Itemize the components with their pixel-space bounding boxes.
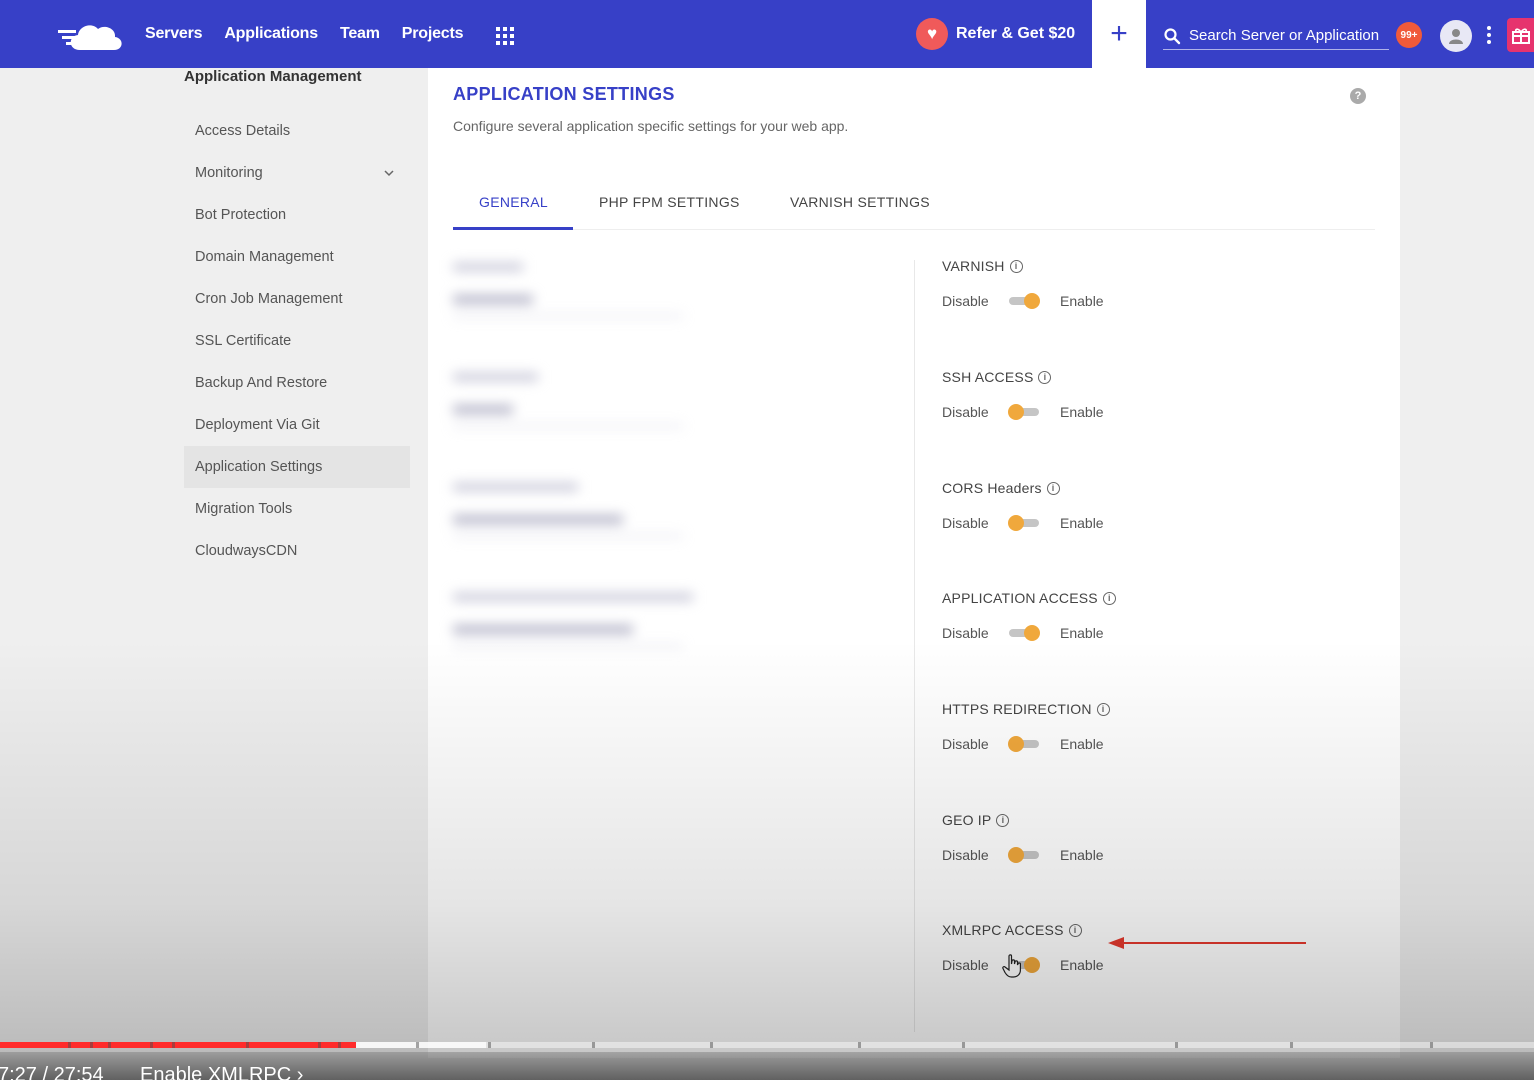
chevron-right-icon: › xyxy=(296,1064,304,1080)
more-menu-icon[interactable] xyxy=(1487,26,1491,44)
application-settings-panel: APPLICATION SETTINGS Configure several a… xyxy=(428,68,1400,1058)
setting-geo-ip: GEO IP i Disable Enable xyxy=(942,812,1242,882)
setting-ssh-access: SSH ACCESS i Disable Enable xyxy=(942,369,1242,439)
hand-cursor-icon xyxy=(1002,954,1021,978)
disable-label: Disable xyxy=(942,957,989,973)
active-tab-indicator xyxy=(453,227,573,230)
disable-label: Disable xyxy=(942,625,989,641)
top-navigation-bar: Servers Applications Team Projects ♥ Ref… xyxy=(0,0,1534,68)
application-access-toggle[interactable] xyxy=(1008,623,1042,643)
setting-label: CORS Headers xyxy=(942,480,1042,496)
nav-team[interactable]: Team xyxy=(340,25,380,43)
enable-label: Enable xyxy=(1060,404,1104,420)
setting-cors-headers: CORS Headers i Disable Enable xyxy=(942,480,1242,550)
sidebar-item-application-settings[interactable]: Application Settings xyxy=(184,446,410,488)
setting-label: APPLICATION ACCESS xyxy=(942,590,1098,606)
sidebar-header: Application Management xyxy=(184,68,362,85)
main-nav: Servers Applications Team Projects xyxy=(145,0,463,68)
app-management-sidebar: Application Management Access Details Mo… xyxy=(184,68,410,572)
disable-label: Disable xyxy=(942,404,989,420)
video-chapter-title[interactable]: Enable XMLRPC › xyxy=(140,1064,303,1080)
page-subtitle: Configure several application specific s… xyxy=(453,118,849,134)
blurred-general-settings xyxy=(453,253,693,673)
disable-label: Disable xyxy=(942,515,989,531)
heart-icon: ♥ xyxy=(916,18,948,50)
column-divider xyxy=(914,260,915,1032)
enable-label: Enable xyxy=(1060,957,1104,973)
help-icon[interactable]: ? xyxy=(1350,88,1366,104)
tab-php-fpm-settings[interactable]: PHP FPM SETTINGS xyxy=(599,194,740,210)
chapter-label: Enable XMLRPC xyxy=(140,1064,292,1080)
sidebar-item-deployment-via-git[interactable]: Deployment Via Git xyxy=(184,404,410,446)
sidebar-item-migration-tools[interactable]: Migration Tools xyxy=(184,488,410,530)
geo-ip-toggle[interactable] xyxy=(1008,845,1042,865)
enable-label: Enable xyxy=(1060,293,1104,309)
add-button[interactable]: + xyxy=(1092,0,1146,68)
search-input[interactable] xyxy=(1189,27,1389,44)
cors-headers-toggle[interactable] xyxy=(1008,513,1042,533)
tab-varnish-settings[interactable]: VARNISH SETTINGS xyxy=(790,194,930,210)
sidebar-item-bot-protection[interactable]: Bot Protection xyxy=(184,194,410,236)
setting-xmlrpc-access: XMLRPC ACCESS i Disable Enable xyxy=(942,922,1242,992)
chevron-down-icon xyxy=(384,170,394,177)
avatar[interactable] xyxy=(1440,20,1472,52)
nav-applications[interactable]: Applications xyxy=(224,25,318,43)
https-redirection-toggle[interactable] xyxy=(1008,734,1042,754)
tab-general[interactable]: GENERAL xyxy=(479,194,548,210)
setting-varnish: VARNISH i Disable Enable xyxy=(942,258,1242,328)
search-icon xyxy=(1164,27,1181,44)
info-icon[interactable]: i xyxy=(1009,259,1023,273)
enable-label: Enable xyxy=(1060,515,1104,531)
info-icon[interactable]: i xyxy=(1038,370,1052,384)
setting-application-access: APPLICATION ACCESS i Disable Enable xyxy=(942,590,1242,660)
sidebar-item-domain-management[interactable]: Domain Management xyxy=(184,236,410,278)
sidebar-item-access-details[interactable]: Access Details xyxy=(184,110,410,152)
enable-label: Enable xyxy=(1060,736,1104,752)
info-icon[interactable]: i xyxy=(996,813,1010,827)
info-icon[interactable]: i xyxy=(1096,702,1110,716)
video-time: 7:27 / 27:54 xyxy=(0,1064,104,1080)
setting-label: XMLRPC ACCESS xyxy=(942,922,1064,938)
refer-button[interactable]: ♥ Refer & Get $20 xyxy=(916,18,1075,50)
sidebar-item-monitoring[interactable]: Monitoring xyxy=(184,152,410,194)
search-bar[interactable] xyxy=(1163,22,1389,50)
refer-label: Refer & Get $20 xyxy=(956,25,1076,42)
enable-label: Enable xyxy=(1060,625,1104,641)
cloudways-logo-icon[interactable] xyxy=(58,20,124,52)
user-icon xyxy=(1449,29,1463,44)
sidebar-item-ssl-certificate[interactable]: SSL Certificate xyxy=(184,320,410,362)
info-icon[interactable]: i xyxy=(1046,481,1060,495)
setting-label: SSH ACCESS xyxy=(942,369,1034,385)
gift-button[interactable] xyxy=(1507,18,1534,52)
info-icon[interactable]: i xyxy=(1102,591,1116,605)
page-title: APPLICATION SETTINGS xyxy=(453,84,675,104)
annotation-arrow-icon xyxy=(1108,937,1306,949)
setting-label: GEO IP xyxy=(942,812,992,828)
disable-label: Disable xyxy=(942,736,989,752)
info-icon[interactable]: i xyxy=(1068,923,1082,937)
sidebar-item-label: Monitoring xyxy=(195,165,263,181)
apps-grid-icon[interactable] xyxy=(496,27,514,45)
nav-servers[interactable]: Servers xyxy=(145,25,203,43)
sidebar-item-backup-and-restore[interactable]: Backup And Restore xyxy=(184,362,410,404)
disable-label: Disable xyxy=(942,847,989,863)
video-progress-bar[interactable] xyxy=(0,1042,1534,1048)
disable-label: Disable xyxy=(942,293,989,309)
enable-label: Enable xyxy=(1060,847,1104,863)
nav-projects[interactable]: Projects xyxy=(402,25,464,43)
gift-icon xyxy=(1511,28,1530,44)
notification-badge[interactable]: 99+ xyxy=(1396,22,1422,48)
setting-label: HTTPS REDIRECTION xyxy=(942,701,1092,717)
played-progress xyxy=(0,1042,356,1048)
sidebar-item-cloudwayscdn[interactable]: CloudwaysCDN xyxy=(184,530,410,572)
sidebar-item-cron-job-management[interactable]: Cron Job Management xyxy=(184,278,410,320)
varnish-toggle[interactable] xyxy=(1008,291,1042,311)
setting-label: VARNISH xyxy=(942,258,1005,274)
setting-https-redirection: HTTPS REDIRECTION i Disable Enable xyxy=(942,701,1242,771)
settings-tabs: GENERAL PHP FPM SETTINGS VARNISH SETTING… xyxy=(453,180,1375,230)
ssh-access-toggle[interactable] xyxy=(1008,402,1042,422)
